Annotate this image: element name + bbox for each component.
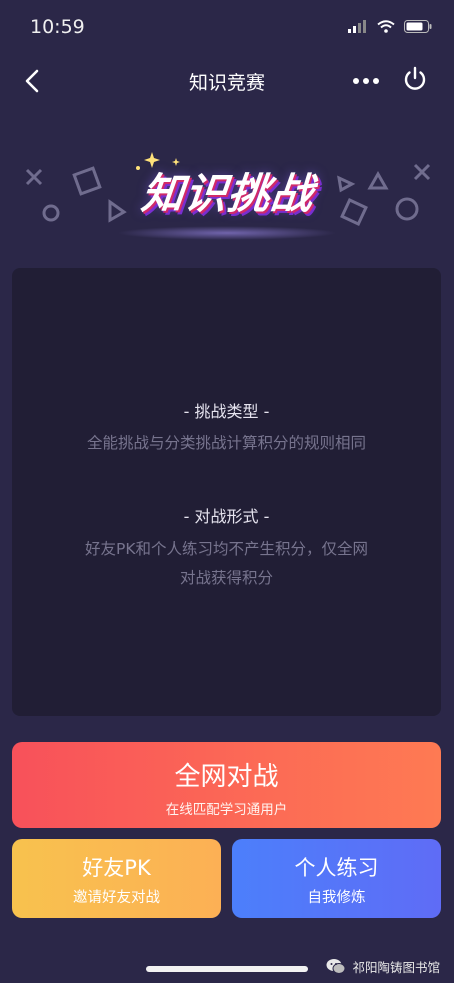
home-indicator[interactable] xyxy=(146,966,308,972)
rules-card: - 挑战类型 - 全能挑战与分类挑战计算积分的规则相同 - 对战形式 - 好友P… xyxy=(12,268,441,716)
personal-practice-button[interactable]: 个人练习 自我修炼 xyxy=(232,839,441,918)
wechat-icon xyxy=(326,959,346,974)
global-battle-subtitle: 在线匹配学习通用户 xyxy=(165,802,288,818)
wifi-icon xyxy=(377,20,395,33)
friend-pk-subtitle: 邀请好友对战 xyxy=(73,890,160,906)
status-time: 10:59 xyxy=(30,16,85,38)
personal-practice-label: 个人练习 xyxy=(294,856,379,880)
challenge-banner: 知识挑战 xyxy=(0,140,454,255)
friend-pk-label: 好友PK xyxy=(82,856,151,880)
banner-glow xyxy=(117,226,337,240)
status-icons xyxy=(348,20,432,33)
power-icon xyxy=(404,66,426,90)
battle-form-text-line2: 对战获得积分 xyxy=(179,569,273,587)
watermark-text: 祁阳陶铸图书馆 xyxy=(352,960,440,975)
challenge-type-text: 全能挑战与分类挑战计算积分的规则相同 xyxy=(86,434,366,452)
close-miniprogram-button[interactable] xyxy=(400,64,430,94)
global-battle-button[interactable]: 全网对战 在线匹配学习通用户 xyxy=(12,742,441,828)
nav-bar: 知识竞赛 xyxy=(0,52,454,110)
more-button[interactable] xyxy=(350,66,382,96)
banner-title: 知识挑战 xyxy=(139,169,317,218)
global-battle-label: 全网对战 xyxy=(174,762,279,792)
battle-form-text-line1: 好友PK和个人练习均不产生积分，仅全网 xyxy=(84,540,368,558)
page-title: 知识竞赛 xyxy=(188,72,265,94)
personal-practice-subtitle: 自我修炼 xyxy=(307,890,366,906)
watermark: 祁阳陶铸图书馆 xyxy=(326,957,440,976)
status-bar: 10:59 xyxy=(0,0,454,52)
battle-form-heading: - 对战形式 - xyxy=(183,507,270,526)
challenge-type-heading: - 挑战类型 - xyxy=(183,402,270,421)
battery-icon xyxy=(404,20,432,33)
more-dots-icon xyxy=(353,78,379,84)
friend-pk-button[interactable]: 好友PK 邀请好友对战 xyxy=(12,839,221,918)
signal-icon xyxy=(348,20,366,33)
